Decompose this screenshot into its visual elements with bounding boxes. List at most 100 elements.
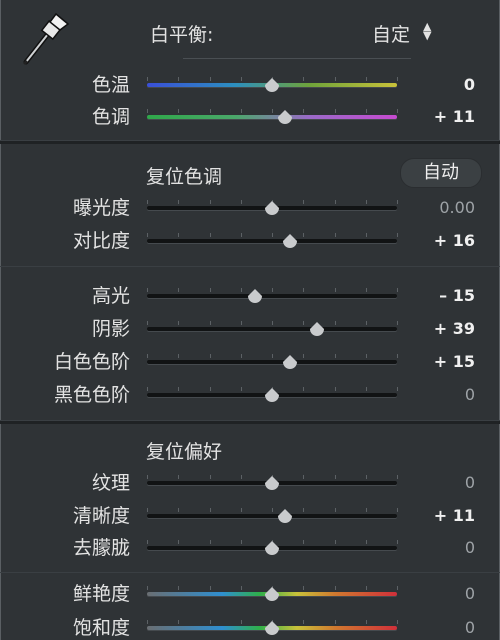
- slider-tick: [147, 354, 148, 358]
- slider-tick: [178, 620, 179, 624]
- slider-tick: [335, 508, 336, 512]
- eyedropper-icon[interactable]: [18, 10, 72, 68]
- slider-tick: [147, 508, 148, 512]
- slider-label-shadows: 阴影: [91, 318, 130, 340]
- slider-tick: [178, 387, 179, 391]
- slider-tick: [241, 77, 242, 81]
- slider-value-clarity[interactable]: + 11: [395, 506, 475, 526]
- slider-label-exposure: 曝光度: [72, 197, 130, 219]
- slider-tick: [303, 288, 304, 292]
- slider-value-temp[interactable]: 0: [395, 75, 475, 95]
- slider-tick: [241, 620, 242, 624]
- slider-track-highlights[interactable]: [147, 294, 397, 298]
- slider-value-texture[interactable]: 0: [395, 473, 475, 493]
- slider-ticks-highlights: [147, 288, 398, 292]
- slider-tick: [178, 354, 179, 358]
- slider-track-contrast[interactable]: [147, 239, 397, 243]
- slider-value-dehaze[interactable]: 0: [395, 538, 475, 558]
- slider-value-saturation[interactable]: 0: [395, 618, 475, 638]
- slider-value-tint[interactable]: + 11: [395, 107, 475, 127]
- slider-ticks-clarity: [147, 508, 398, 512]
- slider-label-whites: 白色色阶: [53, 351, 130, 373]
- section-divider: [0, 572, 500, 573]
- slider-tick: [366, 387, 367, 391]
- slider-tick: [335, 586, 336, 590]
- slider-tick: [303, 109, 304, 113]
- slider-tick: [147, 109, 148, 113]
- slider-tick: [335, 321, 336, 325]
- slider-tick: [335, 200, 336, 204]
- slider-tick: [366, 109, 367, 113]
- slider-tick: [366, 233, 367, 237]
- slider-tick: [303, 540, 304, 544]
- slider-value-contrast[interactable]: + 16: [395, 231, 475, 251]
- slider-tick: [303, 620, 304, 624]
- slider-tick: [335, 77, 336, 81]
- slider-tick: [210, 620, 211, 624]
- slider-label-tint: 色调: [91, 106, 130, 128]
- slider-tick: [147, 288, 148, 292]
- slider-tick: [147, 233, 148, 237]
- slider-tick: [147, 620, 148, 624]
- slider-tick: [303, 233, 304, 237]
- slider-tick: [178, 233, 179, 237]
- slider-tick: [178, 508, 179, 512]
- slider-tick: [210, 540, 211, 544]
- slider-tick: [210, 321, 211, 325]
- slider-tick: [335, 620, 336, 624]
- slider-tick: [366, 200, 367, 204]
- slider-tick: [366, 288, 367, 292]
- white-balance-preset-select[interactable]: 自定: [372, 20, 410, 47]
- slider-tick: [366, 475, 367, 479]
- slider-tick: [178, 77, 179, 81]
- slider-tick: [335, 354, 336, 358]
- slider-tick: [366, 321, 367, 325]
- slider-tick: [303, 387, 304, 391]
- slider-tick: [303, 200, 304, 204]
- slider-tick: [178, 540, 179, 544]
- slider-tick: [335, 475, 336, 479]
- slider-tick: [147, 475, 148, 479]
- slider-tick: [210, 288, 211, 292]
- slider-tick: [147, 200, 148, 204]
- slider-tick: [241, 321, 242, 325]
- slider-tick: [147, 540, 148, 544]
- slider-value-blacks[interactable]: 0: [395, 385, 475, 405]
- slider-tick: [241, 288, 242, 292]
- auto-tone-button[interactable]: 自动: [400, 158, 482, 188]
- slider-tick: [335, 233, 336, 237]
- slider-tick: [335, 288, 336, 292]
- reset-presence-button[interactable]: 复位偏好: [146, 437, 222, 464]
- slider-value-whites[interactable]: + 15: [395, 352, 475, 372]
- slider-track-shadows[interactable]: [147, 327, 397, 331]
- slider-track-clarity[interactable]: [147, 514, 397, 518]
- slider-tick: [366, 540, 367, 544]
- slider-label-temp: 色温: [91, 74, 130, 96]
- slider-track-tint[interactable]: [147, 115, 397, 119]
- slider-tick: [335, 540, 336, 544]
- section-divider: [0, 266, 500, 267]
- slider-tick: [178, 321, 179, 325]
- slider-value-highlights[interactable]: – 15: [395, 286, 475, 306]
- slider-value-exposure[interactable]: 0.00: [395, 198, 475, 218]
- slider-ticks-shadows: [147, 321, 398, 325]
- slider-value-vibrance[interactable]: 0: [395, 584, 475, 604]
- slider-tick: [210, 354, 211, 358]
- slider-tick: [272, 321, 273, 325]
- slider-tick: [241, 508, 242, 512]
- slider-tick: [366, 620, 367, 624]
- slider-label-vibrance: 鲜艳度: [72, 583, 130, 605]
- slider-tick: [272, 288, 273, 292]
- slider-ticks-contrast: [147, 233, 398, 237]
- reset-tone-button[interactable]: 复位色调: [146, 162, 222, 189]
- slider-tick: [335, 109, 336, 113]
- slider-tick: [272, 233, 273, 237]
- slider-value-shadows[interactable]: + 39: [395, 319, 475, 339]
- slider-ticks-whites: [147, 354, 398, 358]
- slider-tick: [241, 233, 242, 237]
- select-arrows-icon[interactable]: ▲ ▼: [423, 21, 431, 41]
- slider-tick: [147, 321, 148, 325]
- slider-track-whites[interactable]: [147, 360, 397, 364]
- slider-tick: [178, 109, 179, 113]
- slider-tick: [241, 475, 242, 479]
